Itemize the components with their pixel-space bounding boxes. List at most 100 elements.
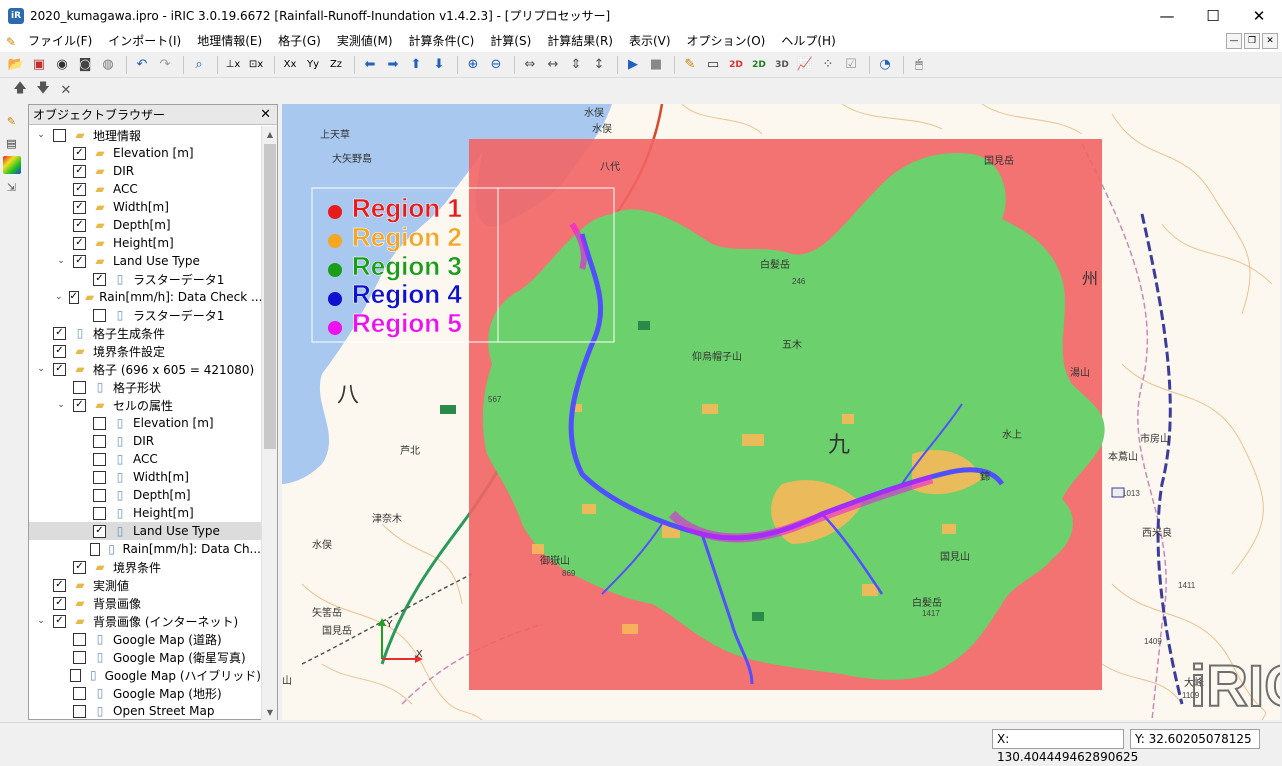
scroll-down-icon[interactable]: ▼: [262, 704, 278, 720]
globe-icon[interactable]: ◔: [875, 55, 895, 75]
reverse-z-icon[interactable]: Zz: [326, 55, 346, 75]
visibility-checkbox[interactable]: ✓: [73, 200, 86, 214]
tree-item[interactable]: ▯ Height[m]: [29, 504, 261, 522]
close-icon[interactable]: ✕: [1236, 0, 1282, 31]
menu-calculation[interactable]: 計算(S): [482, 31, 539, 52]
tree-item[interactable]: ⌄ ✓ ▰ 格子 (696 x 605 = 421080): [29, 360, 261, 378]
mdi-close-icon[interactable]: ✕: [1262, 33, 1278, 49]
save-icon[interactable]: ▣: [29, 55, 49, 75]
mdi-restore-icon[interactable]: ❐: [1244, 33, 1260, 49]
visibility-checkbox[interactable]: [73, 686, 86, 700]
visibility-checkbox[interactable]: [93, 416, 106, 430]
visibility-checkbox[interactable]: [53, 128, 66, 142]
tree-item[interactable]: ⌄ ✓ ▰ Land Use Type: [29, 252, 261, 270]
menu-grid[interactable]: 格子(G): [270, 31, 329, 52]
visibility-checkbox[interactable]: [89, 542, 100, 556]
menu-view[interactable]: 表示(V): [621, 31, 679, 52]
disk-icon[interactable]: ◉: [52, 55, 72, 75]
tree-item[interactable]: ✓ ▰ DIR: [29, 162, 261, 180]
move-h2-icon[interactable]: ↔: [543, 55, 563, 75]
tree-item[interactable]: ⌄ ▰ 地理情報: [29, 126, 261, 144]
pencil-icon[interactable]: ✎: [680, 55, 700, 75]
scroll-up-icon[interactable]: ▲: [262, 126, 278, 142]
tree-item[interactable]: ✓ ▰ Height[m]: [29, 234, 261, 252]
close-icon[interactable]: ✕: [260, 107, 271, 122]
display-setting-icon[interactable]: ▤: [3, 134, 21, 152]
map-view[interactable]: 上天草 大矢野島 水俣 水俣 八代 八 国見岳 白髪岳 白髪岳 五木 水上 湯山…: [282, 104, 1280, 720]
stop-icon[interactable]: ■: [646, 55, 666, 75]
grid-2d-icon[interactable]: 2D: [749, 55, 769, 75]
zoom-in-icon[interactable]: ⊕: [463, 55, 483, 75]
tree-item[interactable]: ▯ Google Map (衛星写真): [29, 648, 261, 666]
view-3d-icon[interactable]: 3D: [772, 55, 792, 75]
visibility-checkbox[interactable]: [93, 488, 106, 502]
zoom-out-icon[interactable]: ⊖: [486, 55, 506, 75]
mdi-minimize-icon[interactable]: —: [1226, 33, 1242, 49]
run-icon[interactable]: ▶: [623, 55, 643, 75]
tree-scrollbar[interactable]: ▲ ▼: [261, 126, 277, 720]
visibility-checkbox[interactable]: [70, 668, 82, 682]
tree-item[interactable]: ⌄ ✓ ▰ セルの属性: [29, 396, 261, 414]
tree-item[interactable]: ✓ ▰ 境界条件設定: [29, 342, 261, 360]
tree-item[interactable]: ▯ ラスターデータ1: [29, 306, 261, 324]
visibility-checkbox[interactable]: [93, 452, 106, 466]
menu-measured[interactable]: 実測値(M): [329, 31, 401, 52]
tree-item[interactable]: ▯ DIR: [29, 432, 261, 450]
expand-chevron-icon[interactable]: ⌄: [35, 616, 47, 626]
visibility-checkbox[interactable]: ✓: [73, 164, 86, 178]
screen-icon[interactable]: ▭: [703, 55, 723, 75]
tree-item[interactable]: ▯ Width[m]: [29, 468, 261, 486]
minimize-icon[interactable]: —: [1144, 0, 1190, 31]
redo-icon[interactable]: ↷: [155, 55, 175, 75]
tree-item[interactable]: ▯ Depth[m]: [29, 486, 261, 504]
menu-geo[interactable]: 地理情報(E): [189, 31, 270, 52]
visibility-checkbox[interactable]: [93, 506, 106, 520]
visibility-checkbox[interactable]: ✓: [73, 254, 86, 268]
reverse-y-icon[interactable]: Yy: [303, 55, 323, 75]
expand-chevron-icon[interactable]: ⌄: [35, 364, 47, 374]
tree-item[interactable]: ✓ ▰ ACC: [29, 180, 261, 198]
scatter-icon[interactable]: ⁘: [818, 55, 838, 75]
visibility-checkbox[interactable]: ✓: [73, 218, 86, 232]
visibility-checkbox[interactable]: ✓: [73, 146, 86, 160]
tree-item[interactable]: ⌄ ✓ ▰ 背景画像 (インターネット): [29, 612, 261, 630]
visibility-checkbox[interactable]: ✓: [53, 596, 66, 610]
move-v2-icon[interactable]: ↕: [589, 55, 609, 75]
reverse-x-icon[interactable]: Xx: [280, 55, 300, 75]
scrollbar-thumb[interactable]: [264, 144, 276, 449]
arrow-left-icon[interactable]: ⬅: [360, 55, 380, 75]
visibility-checkbox[interactable]: ✓: [73, 398, 86, 412]
visibility-checkbox[interactable]: [93, 434, 106, 448]
colormap-icon[interactable]: [2, 156, 21, 174]
tree-item[interactable]: ✓ ▰ Depth[m]: [29, 216, 261, 234]
move-down-icon[interactable]: 🡇: [33, 80, 53, 100]
save-as-icon[interactable]: ◙: [75, 55, 95, 75]
visibility-checkbox[interactable]: ✓: [93, 524, 106, 538]
tree-item[interactable]: ✓ ▯ 格子生成条件: [29, 324, 261, 342]
tree-item[interactable]: ▯ Google Map (地形): [29, 684, 261, 702]
visibility-checkbox[interactable]: [73, 704, 86, 718]
edit-properties-icon[interactable]: ✎: [3, 112, 21, 130]
visibility-checkbox[interactable]: ✓: [53, 614, 66, 628]
undo-icon[interactable]: ↶: [132, 55, 152, 75]
tree-item[interactable]: ▯ Rain[mm/h]: Data Ch...: [29, 540, 261, 558]
open-folder-icon[interactable]: 📂: [6, 55, 26, 75]
color-2d-icon[interactable]: 2D: [726, 55, 746, 75]
graph-icon[interactable]: 📈: [795, 55, 815, 75]
check-icon[interactable]: ☑: [841, 55, 861, 75]
tree-item[interactable]: ✓ ▰ 実測値: [29, 576, 261, 594]
menu-import[interactable]: インポート(I): [100, 31, 189, 52]
visibility-checkbox[interactable]: [73, 380, 86, 394]
mouse-icon[interactable]: 🖱: [909, 55, 929, 75]
move-h-icon[interactable]: ⇔: [520, 55, 540, 75]
visibility-checkbox[interactable]: ✓: [68, 290, 79, 304]
visibility-checkbox[interactable]: ✓: [73, 236, 86, 250]
tree-item[interactable]: ✓ ▰ 背景画像: [29, 594, 261, 612]
tree-item[interactable]: ▯ Google Map (ハイブリッド): [29, 666, 261, 684]
tree-item[interactable]: ▯ 格子形状: [29, 378, 261, 396]
expand-chevron-icon[interactable]: ⌄: [55, 292, 63, 302]
tree-item[interactable]: ▯ Open Street Map: [29, 702, 261, 720]
tree-item[interactable]: ✓ ▯ Land Use Type: [29, 522, 261, 540]
tree-item[interactable]: ✓ ▰ 境界条件: [29, 558, 261, 576]
tree-item[interactable]: ▯ Elevation [m]: [29, 414, 261, 432]
